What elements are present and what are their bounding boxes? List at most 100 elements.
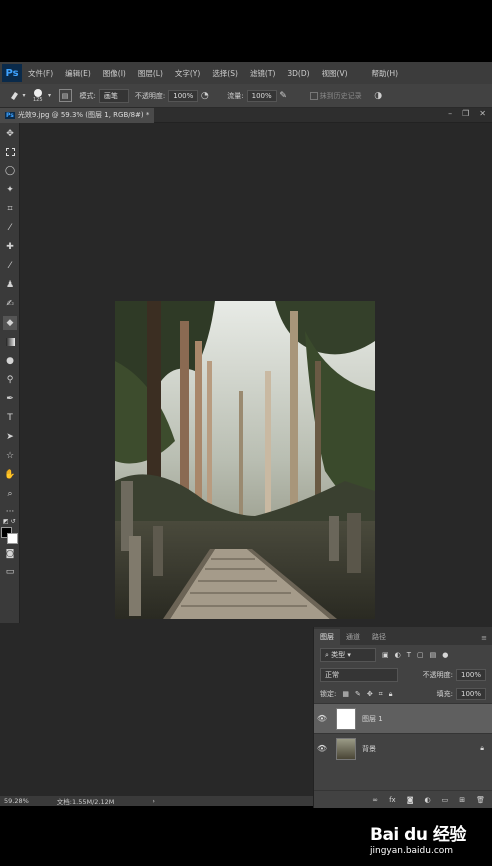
- brush-tool-icon[interactable]: ⁄: [3, 259, 17, 273]
- lock-artboard-icon[interactable]: ⌗: [379, 690, 383, 699]
- menu-3d[interactable]: 3D(D): [281, 69, 315, 78]
- group-icon[interactable]: ▭: [442, 796, 449, 804]
- tab-layers[interactable]: 图层: [314, 629, 340, 645]
- pen-tool-icon[interactable]: ✒: [3, 392, 17, 406]
- mode-label: 模式:: [79, 91, 96, 100]
- layer-name[interactable]: 图层 1: [362, 714, 383, 724]
- layer-opacity-input[interactable]: 100%: [455, 669, 486, 681]
- document-canvas[interactable]: [115, 301, 375, 619]
- layer-row[interactable]: 👁︎ 背景 🔒︎: [314, 733, 492, 763]
- healing-brush-icon[interactable]: ✚: [3, 240, 17, 254]
- chevron-down-icon[interactable]: ▾: [21, 89, 27, 102]
- minimize-icon[interactable]: –: [448, 109, 452, 118]
- lasso-tool-icon[interactable]: ◯: [3, 164, 17, 178]
- pressure-size-icon[interactable]: ◑: [372, 89, 385, 102]
- menu-filter[interactable]: 滤镜(T): [244, 68, 281, 79]
- menu-help[interactable]: 帮助(H): [366, 68, 405, 79]
- chevron-right-icon[interactable]: ›: [152, 797, 155, 805]
- layer-filter-row: ⌕ 类型 ▾ ▣ ◐ T ▢ ▤ ●: [314, 645, 492, 665]
- layer-row[interactable]: 👁︎ 图层 1: [314, 703, 492, 733]
- eye-icon[interactable]: 👁︎: [314, 714, 330, 723]
- brush-preview-icon[interactable]: [33, 88, 42, 97]
- path-selection-icon[interactable]: ➤: [3, 430, 17, 444]
- layer-name[interactable]: 背景: [362, 744, 376, 754]
- link-layers-icon[interactable]: ∞: [372, 796, 378, 804]
- status-bar: 59.28% 文档:1.55M/2.12M ›: [0, 796, 313, 806]
- filter-kind-select[interactable]: ⌕ 类型 ▾: [320, 648, 376, 662]
- layer-style-icon[interactable]: fx: [389, 796, 396, 804]
- close-icon[interactable]: ✕: [479, 109, 486, 118]
- more-tools-icon[interactable]: ···: [3, 505, 17, 519]
- flow-input[interactable]: 100%: [246, 89, 277, 102]
- crop-tool-icon[interactable]: ⌗: [3, 202, 17, 216]
- lock-transparent-icon[interactable]: ▦: [342, 690, 349, 698]
- menu-image[interactable]: 图像(I): [97, 68, 132, 79]
- menu-type[interactable]: 文字(Y): [169, 68, 206, 79]
- quick-mask-icon[interactable]: ◙: [3, 547, 17, 561]
- document-tab[interactable]: Ps 光效9.jpg @ 59.3% (图层 1, RGB/8#) *: [0, 107, 155, 123]
- watermark-url: jingyan.baidu.com: [370, 846, 454, 856]
- zoom-level[interactable]: 59.28%: [4, 797, 29, 805]
- menu-select[interactable]: 选择(S): [206, 68, 244, 79]
- eraser-tool-icon[interactable]: [8, 89, 21, 102]
- delete-layer-icon[interactable]: 🗑︎: [476, 796, 485, 804]
- add-mask-icon[interactable]: ◙: [407, 796, 414, 804]
- shape-tool-icon[interactable]: ☆: [3, 449, 17, 463]
- document-size: 文档:1.55M/2.12M: [56, 798, 115, 806]
- filter-adjustment-icon[interactable]: ◐: [395, 651, 401, 659]
- move-tool-icon[interactable]: ✥: [3, 127, 17, 141]
- eye-icon[interactable]: 👁︎: [314, 744, 330, 753]
- options-bar: ▾ 125 ▾ ▤ 模式: 画笔 不透明度: 100% ◔ 流量: 100% ✎…: [0, 84, 492, 108]
- adjustment-layer-icon[interactable]: ◐: [425, 796, 431, 804]
- filter-smart-icon[interactable]: ▤: [430, 651, 437, 659]
- chevron-down-icon[interactable]: ▾: [47, 89, 53, 102]
- hand-tool-icon[interactable]: ✋: [3, 468, 17, 482]
- mode-select[interactable]: 画笔: [98, 88, 129, 103]
- panel-menu-icon[interactable]: ≡: [476, 631, 492, 645]
- opacity-input[interactable]: 100%: [168, 89, 199, 102]
- lock-move-icon[interactable]: ✥: [367, 690, 373, 698]
- marquee-tool-icon[interactable]: [3, 145, 17, 159]
- filter-pixel-icon[interactable]: ▣: [382, 651, 389, 659]
- blend-mode-select[interactable]: 正常: [320, 668, 398, 682]
- menu-file[interactable]: 文件(F): [22, 68, 59, 79]
- tab-paths[interactable]: 路径: [366, 629, 392, 645]
- zoom-tool-icon[interactable]: ⌕: [3, 487, 17, 501]
- ps-file-icon: Ps: [5, 111, 15, 119]
- lock-paint-icon[interactable]: ✎: [355, 690, 361, 698]
- screen-mode-icon[interactable]: ▭: [3, 565, 17, 579]
- eraser-tool-icon[interactable]: ◆: [3, 316, 17, 330]
- eyedropper-icon[interactable]: ⁄: [3, 221, 17, 235]
- filter-shape-icon[interactable]: ▢: [417, 651, 424, 659]
- background-color[interactable]: [7, 533, 18, 544]
- magic-wand-icon[interactable]: ✦: [3, 183, 17, 197]
- blur-tool-icon[interactable]: ●: [3, 354, 17, 368]
- restore-icon[interactable]: ❐: [462, 109, 469, 118]
- opacity-label: 不透明度:: [134, 91, 166, 100]
- watermark-brand: Bai du 经验: [370, 825, 466, 845]
- lock-all-icon[interactable]: 🔒︎: [389, 690, 393, 699]
- tab-channels[interactable]: 通道: [340, 629, 366, 645]
- filter-type-icon[interactable]: T: [407, 651, 411, 659]
- new-layer-icon[interactable]: ⊞: [459, 796, 465, 804]
- menu-view[interactable]: 视图(V): [316, 68, 354, 79]
- fill-input[interactable]: 100%: [455, 688, 486, 700]
- erase-to-history-label: 抹到历史记录: [319, 91, 362, 100]
- brush-panel-icon[interactable]: ▤: [58, 89, 72, 102]
- lock-label: 锁定:: [320, 690, 337, 698]
- menu-layer[interactable]: 图层(L): [132, 68, 169, 79]
- menu-edit[interactable]: 编辑(E): [59, 68, 97, 79]
- layer-actions: ∞ fx ◙ ◐ ▭ ⊞ 🗑︎: [314, 790, 492, 808]
- airbrush-icon[interactable]: ✎: [277, 89, 290, 102]
- document-title: 光效9.jpg @ 59.3% (图层 1, RGB/8#) *: [17, 111, 150, 119]
- pressure-opacity-icon[interactable]: ◔: [198, 89, 211, 102]
- filter-kind-label: 类型: [331, 651, 346, 659]
- history-brush-icon[interactable]: ✍: [3, 297, 17, 311]
- dodge-tool-icon[interactable]: ⚲: [3, 373, 17, 387]
- stamp-tool-icon[interactable]: ♟: [3, 278, 17, 292]
- gradient-tool-icon[interactable]: [3, 335, 17, 349]
- filter-toggle-icon[interactable]: ●: [442, 651, 448, 659]
- erase-to-history-checkbox[interactable]: [309, 91, 318, 100]
- swap-colors-icon[interactable]: ◩ ↺: [3, 518, 17, 526]
- type-tool-icon[interactable]: T: [3, 411, 17, 425]
